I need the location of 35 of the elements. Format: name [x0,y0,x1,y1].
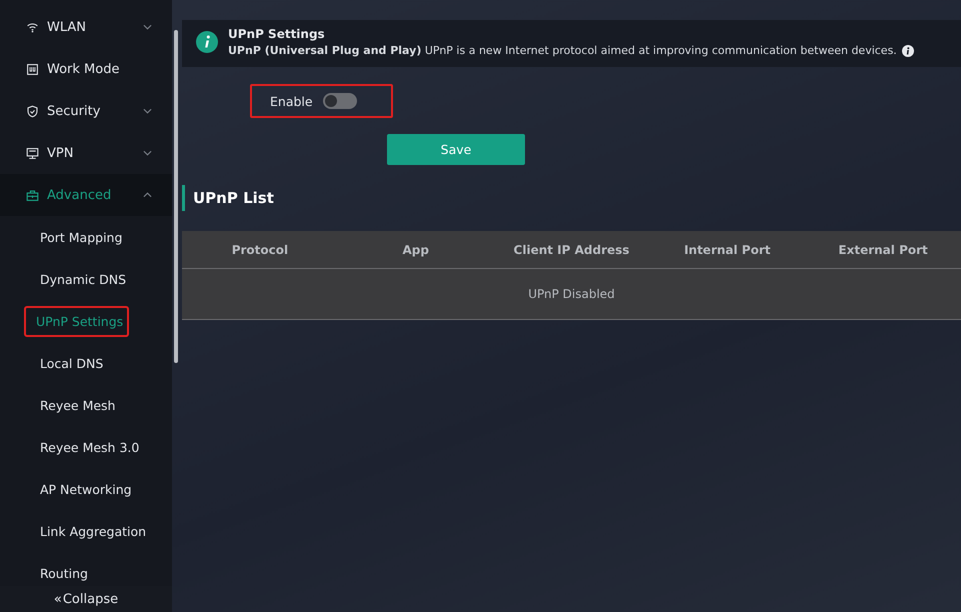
sidebar-item[interactable]: VPN [0,132,172,174]
column-header: App [401,242,430,256]
notice-title: UPnP Settings [228,27,326,41]
sidebar-item[interactable]: Security [0,90,172,132]
scrollbar[interactable] [174,30,178,363]
column-header: Protocol [230,242,290,256]
sidebar-item[interactable]: Advanced [0,174,172,216]
submenu-item[interactable]: Link Aggregation [38,516,152,546]
double-chevron-icon: « [54,592,62,606]
shield-icon [26,104,39,118]
column-header: External Port [837,242,929,256]
mode-icon [26,62,39,76]
submenu-item[interactable]: Dynamic DNS [38,264,132,294]
submenu-item[interactable]: AP Networking [38,474,138,504]
submenu-item[interactable]: Reyee Mesh 3.0 [38,432,146,462]
monitor-icon [26,146,39,160]
enable-label: Enable [270,94,313,108]
info-icon[interactable] [902,44,914,56]
empty-message: UPnP Disabled [528,287,615,301]
enable-toggle[interactable] [322,93,357,109]
submenu-item[interactable]: UPnP Settings [24,306,130,336]
notice-text: UPnP (Universal Plug and Play) UPnP is a new Internet protocol aimed at improving communication between devices. [228,44,897,57]
submenu-item[interactable]: Reyee Mesh [38,390,122,420]
submenu-item[interactable]: Port Mapping [38,222,128,252]
toolbox-icon [26,188,39,202]
column-header: Internal Port [683,242,772,256]
submenu-item[interactable]: Local DNS [38,348,110,378]
wifi-icon [26,20,39,34]
submenu-item[interactable]: Routing [38,558,94,588]
column-header: Client IP Address [512,242,630,256]
sidebar-item[interactable]: Work Mode [0,48,172,90]
sidebar-item[interactable]: WLAN [0,6,172,48]
section-title: UPnP List [182,185,961,211]
collapse-link[interactable]: Collapse [62,592,118,606]
info-icon [196,31,218,53]
